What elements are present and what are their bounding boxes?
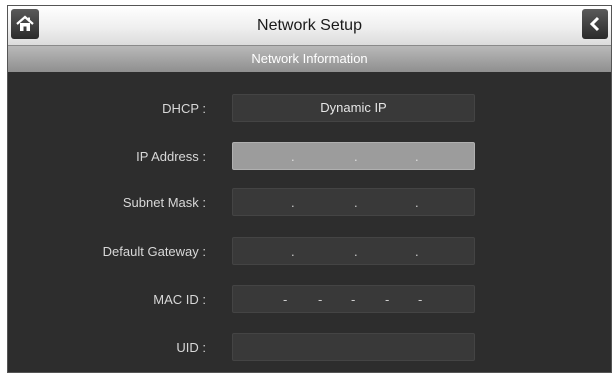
subnet-separator: .	[291, 195, 295, 210]
subnet-mask-field[interactable]: . . .	[232, 188, 475, 216]
subnet-separator: .	[415, 195, 419, 210]
back-button[interactable]	[582, 9, 608, 39]
mac-id-row: MAC ID : - - - - -	[8, 285, 611, 315]
ip-separator: .	[415, 149, 419, 164]
mac-separator: -	[351, 292, 356, 307]
ip-address-field[interactable]: . . .	[232, 142, 475, 170]
ip-address-row: IP Address : . . .	[8, 142, 611, 172]
dhcp-select[interactable]: Dynamic IP	[232, 94, 475, 122]
uid-label: UID :	[176, 340, 206, 355]
section-header: Network Information	[8, 46, 611, 72]
uid-field[interactable]	[232, 333, 475, 361]
home-icon	[16, 15, 34, 31]
gateway-separator: .	[354, 244, 358, 259]
mac-separator: -	[385, 292, 390, 307]
mac-id-field[interactable]: - - - - -	[232, 285, 475, 313]
default-gateway-label: Default Gateway :	[102, 244, 206, 259]
mac-separator: -	[418, 292, 423, 307]
gateway-separator: .	[291, 244, 295, 259]
uid-row: UID :	[8, 333, 611, 363]
mac-separator: -	[283, 292, 288, 307]
subnet-separator: .	[354, 195, 358, 210]
ip-address-label: IP Address :	[136, 149, 206, 164]
page-title: Network Setup	[257, 17, 362, 34]
mac-id-label: MAC ID :	[153, 292, 206, 307]
mac-separator: -	[318, 292, 323, 307]
dhcp-row: DHCP : Dynamic IP	[8, 94, 611, 124]
title-bar: Network Setup	[8, 6, 611, 46]
ip-separator: .	[291, 149, 295, 164]
chevron-left-icon	[589, 16, 600, 32]
subnet-mask-row: Subnet Mask : . . .	[8, 188, 611, 218]
default-gateway-field[interactable]: . . .	[232, 237, 475, 265]
device-screen: Network Setup Network Information DHCP :…	[7, 5, 612, 373]
gateway-separator: .	[415, 244, 419, 259]
home-button[interactable]	[11, 9, 39, 39]
dhcp-label: DHCP :	[162, 101, 206, 116]
dhcp-value: Dynamic IP	[320, 100, 387, 115]
ip-separator: .	[354, 149, 358, 164]
subnet-mask-label: Subnet Mask :	[122, 195, 206, 210]
default-gateway-row: Default Gateway : . . .	[8, 237, 611, 267]
